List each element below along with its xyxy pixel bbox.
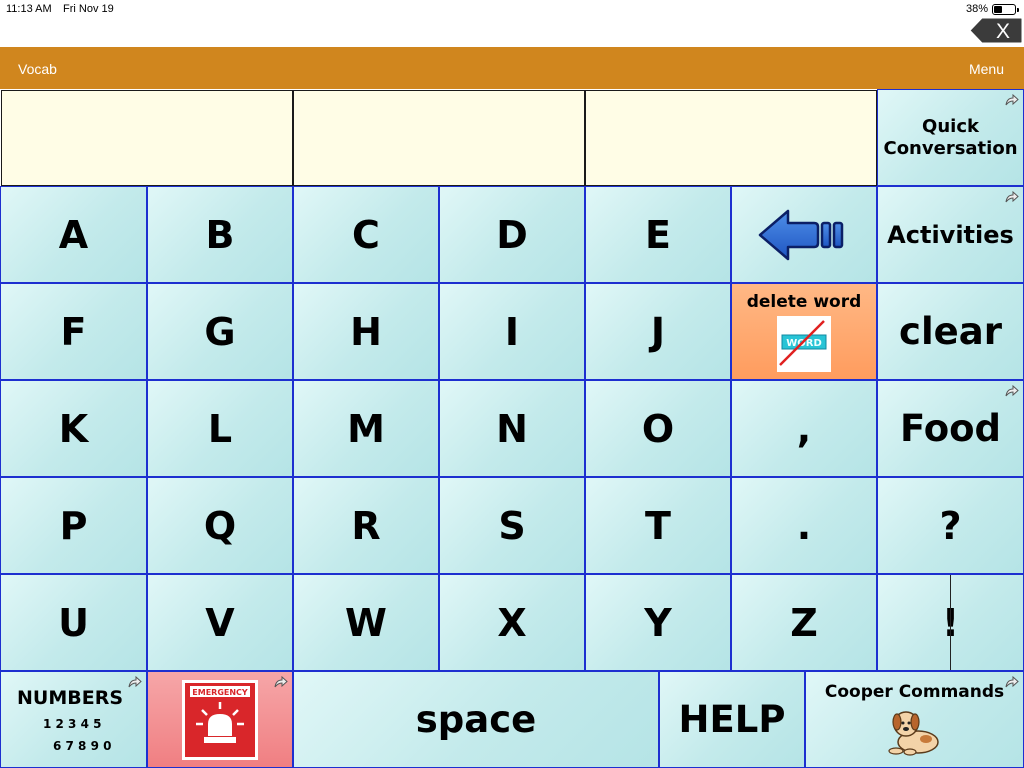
- cell-divider: [950, 575, 951, 670]
- key-c[interactable]: C: [293, 186, 439, 283]
- close-icon: X: [969, 17, 1023, 44]
- cooper-commands-label: Cooper Commands: [824, 682, 1005, 702]
- quick-conversation-button[interactable]: Quick Conversation: [877, 89, 1024, 186]
- link-arrow-icon: [1005, 676, 1019, 688]
- delete-word-label: delete word: [746, 292, 862, 312]
- battery-icon: [992, 4, 1019, 15]
- battery-fill: [994, 6, 1002, 13]
- key-u[interactable]: U: [0, 574, 147, 671]
- cooper-commands-button[interactable]: Cooper Commands: [805, 671, 1024, 768]
- menu-button[interactable]: Menu: [969, 61, 1004, 77]
- key-b[interactable]: B: [147, 186, 293, 283]
- title-bar: Vocab Menu: [0, 47, 1024, 89]
- key-exclamation[interactable]: !: [877, 574, 1024, 671]
- status-date: Fri Nov 19: [63, 3, 114, 15]
- close-button[interactable]: X: [969, 17, 1023, 44]
- emergency-sign-text: EMERGENCY: [192, 688, 248, 697]
- status-bar: 11:13 AM Fri Nov 19 38%: [0, 0, 1024, 20]
- key-a[interactable]: A: [0, 186, 147, 283]
- message-box-3[interactable]: [585, 90, 877, 186]
- quick-conversation-label-1: Quick: [922, 115, 979, 137]
- key-period[interactable]: .: [731, 477, 877, 574]
- key-d[interactable]: D: [439, 186, 585, 283]
- delete-word-button[interactable]: delete word WORD: [731, 283, 877, 380]
- key-i[interactable]: I: [439, 283, 585, 380]
- status-time: 11:13 AM: [6, 3, 52, 15]
- numbers-line-2: 6 7 8 9 0: [53, 738, 112, 753]
- key-k[interactable]: K: [0, 380, 147, 477]
- link-arrow-icon: [1005, 191, 1019, 203]
- key-g[interactable]: G: [147, 283, 293, 380]
- help-button[interactable]: HELP: [659, 671, 805, 768]
- numbers-label: NUMBERS: [17, 686, 124, 709]
- key-j[interactable]: J: [585, 283, 731, 380]
- key-y[interactable]: Y: [585, 574, 731, 671]
- clear-button[interactable]: clear: [877, 283, 1024, 380]
- key-m[interactable]: M: [293, 380, 439, 477]
- activities-button[interactable]: Activities: [877, 186, 1024, 283]
- key-v[interactable]: V: [147, 574, 293, 671]
- food-label: Food: [899, 407, 1002, 450]
- link-arrow-icon: [1005, 385, 1019, 397]
- emergency-siren-icon: EMERGENCY: [182, 679, 258, 760]
- quick-conversation-label-2: Conversation: [883, 137, 1018, 159]
- message-box-2[interactable]: [293, 90, 585, 186]
- key-question-mark[interactable]: ?: [877, 477, 1024, 574]
- key-n[interactable]: N: [439, 380, 585, 477]
- key-e[interactable]: E: [585, 186, 731, 283]
- key-f[interactable]: F: [0, 283, 147, 380]
- key-h[interactable]: H: [293, 283, 439, 380]
- numbers-line-1: 1 2 3 4 5: [43, 716, 102, 731]
- key-w[interactable]: W: [293, 574, 439, 671]
- key-o[interactable]: O: [585, 380, 731, 477]
- key-comma[interactable]: ,: [731, 380, 877, 477]
- delete-word-icon: WORD: [777, 316, 831, 372]
- emergency-button[interactable]: EMERGENCY: [147, 671, 293, 768]
- battery-percent: 38%: [965, 3, 988, 15]
- message-box-1[interactable]: [1, 90, 293, 186]
- key-z[interactable]: Z: [731, 574, 877, 671]
- key-l[interactable]: L: [147, 380, 293, 477]
- key-r[interactable]: R: [293, 477, 439, 574]
- food-button[interactable]: Food: [877, 380, 1024, 477]
- key-q[interactable]: Q: [147, 477, 293, 574]
- numbers-button[interactable]: NUMBERS 1 2 3 4 5 6 7 8 9 0: [0, 671, 147, 768]
- link-arrow-icon: [1005, 94, 1019, 106]
- dog-icon: [887, 711, 939, 756]
- activities-label: Activities: [887, 220, 1014, 249]
- space-button[interactable]: space: [293, 671, 659, 768]
- close-label: X: [996, 20, 1010, 43]
- key-s[interactable]: S: [439, 477, 585, 574]
- backspace-button[interactable]: [731, 186, 877, 283]
- link-arrow-icon: [128, 676, 142, 688]
- link-arrow-icon: [274, 676, 288, 688]
- key-t[interactable]: T: [585, 477, 731, 574]
- key-x[interactable]: X: [439, 574, 585, 671]
- backspace-arrow-icon: [758, 209, 844, 260]
- vocab-label: Vocab: [18, 61, 57, 77]
- key-p[interactable]: P: [0, 477, 147, 574]
- communication-board: Quick Conversation A B C D E Activities …: [0, 89, 1024, 768]
